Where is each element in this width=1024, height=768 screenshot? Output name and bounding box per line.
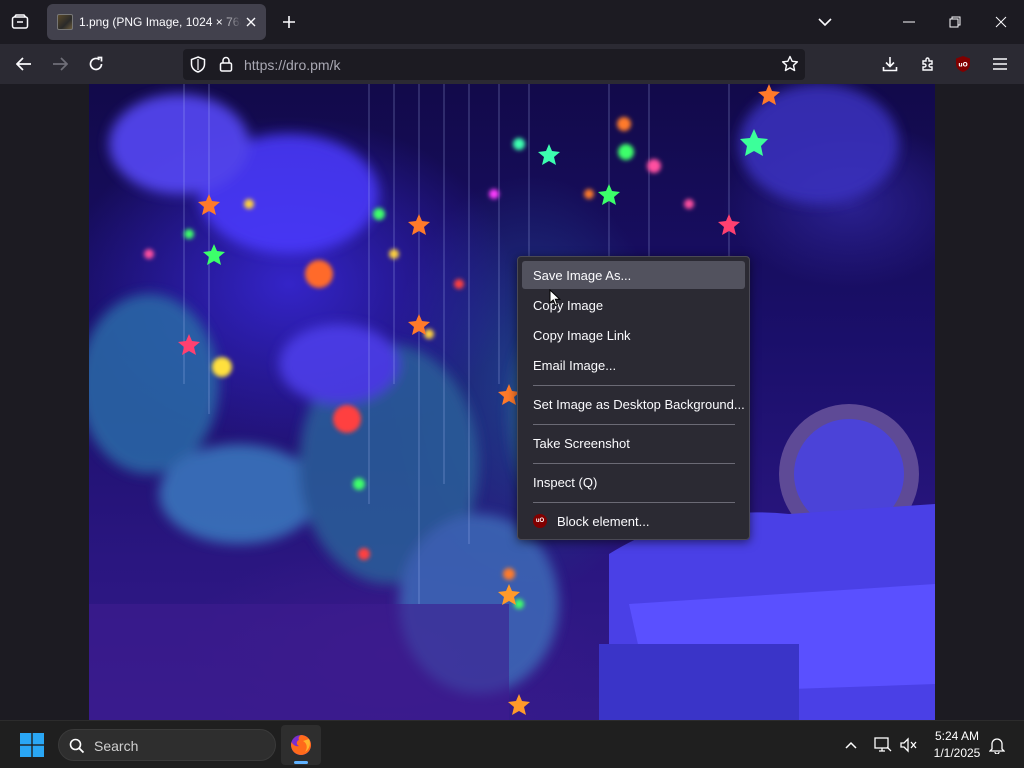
star-icon[interactable] — [781, 55, 799, 73]
puzzle-icon — [922, 57, 933, 71]
neon-room-photo — [89, 84, 935, 720]
volume-muted-icon — [900, 737, 917, 753]
menu-separator — [533, 385, 735, 386]
lock-icon[interactable] — [219, 56, 233, 72]
extensions-button[interactable] — [912, 48, 944, 80]
tab-overflow-button[interactable] — [810, 7, 840, 37]
menu-item-take-screenshot[interactable]: Take Screenshot — [522, 429, 745, 457]
shield-icon[interactable] — [190, 56, 206, 73]
mouse-cursor-icon — [549, 289, 561, 307]
search-placeholder: Search — [94, 738, 139, 754]
back-button[interactable] — [8, 48, 40, 80]
svg-text:uO: uO — [958, 62, 967, 69]
search-icon — [69, 738, 85, 754]
page-content — [0, 84, 1024, 720]
downloads-button[interactable] — [874, 48, 906, 80]
windows-taskbar: Search 5:24 AM 1/1/2025 — [0, 720, 1024, 768]
menu-item-set-desktop-background[interactable]: Set Image as Desktop Background... — [522, 390, 745, 418]
taskbar-search[interactable]: Search — [58, 729, 276, 761]
reload-button[interactable] — [80, 48, 112, 80]
menu-item-block-element[interactable]: uO Block element... — [522, 507, 745, 535]
clock-date: 1/1/2025 — [933, 746, 981, 760]
hamburger-menu-icon — [993, 58, 1007, 70]
menu-separator — [533, 424, 735, 425]
notifications-button[interactable] — [984, 731, 1010, 759]
forward-button[interactable] — [44, 48, 76, 80]
new-tab-button[interactable] — [274, 7, 304, 37]
arrow-right-icon — [53, 57, 68, 71]
arrow-left-icon — [16, 57, 31, 71]
reload-icon — [89, 56, 103, 71]
windows-logo-icon — [20, 733, 44, 757]
window-close-button[interactable] — [978, 0, 1024, 44]
app-menu-button[interactable] — [984, 48, 1016, 80]
url-text[interactable]: https://dro.pm/k — [244, 57, 340, 73]
network-icon — [874, 737, 892, 752]
tab-strip: 1.png (PNG Image, 1024 × 768 pixels) — [0, 0, 1024, 44]
image-favicon-icon — [57, 14, 73, 30]
chevron-down-icon — [818, 17, 832, 26]
close-icon — [995, 16, 1007, 28]
ublock-origin-icon: uO — [956, 56, 970, 72]
tab-title: 1.png (PNG Image, 1024 × 768 pixels) — [79, 15, 241, 29]
download-icon — [882, 57, 898, 72]
ublock-origin-button[interactable]: uO — [947, 48, 979, 80]
taskbar-firefox[interactable] — [281, 725, 321, 765]
menu-item-copy-image-link[interactable]: Copy Image Link — [522, 321, 745, 349]
running-indicator — [294, 761, 308, 764]
show-hidden-icons-button[interactable] — [838, 731, 864, 759]
list-all-tabs-button[interactable] — [4, 6, 36, 38]
tab-active[interactable]: 1.png (PNG Image, 1024 × 768 pixels) — [47, 4, 266, 40]
menu-item-email-image[interactable]: Email Image... — [522, 351, 745, 379]
chevron-up-icon — [845, 741, 857, 749]
url-bar[interactable]: https://dro.pm/k — [183, 49, 805, 80]
ublock-origin-icon: uO — [533, 514, 547, 528]
network-button[interactable] — [870, 731, 896, 759]
minimize-icon — [903, 21, 915, 23]
system-clock[interactable]: 5:24 AM 1/1/2025 — [922, 728, 992, 762]
displayed-image[interactable] — [89, 84, 935, 720]
minimize-button[interactable] — [886, 0, 932, 44]
tab-close-button[interactable] — [242, 13, 260, 31]
start-button[interactable] — [14, 729, 50, 761]
restore-icon — [949, 16, 961, 28]
volume-button[interactable] — [896, 731, 922, 759]
menu-separator — [533, 463, 735, 464]
tab-list-icon — [11, 14, 29, 29]
bell-icon — [989, 738, 1005, 754]
restore-button[interactable] — [932, 0, 978, 44]
plus-icon — [283, 16, 295, 28]
clock-time: 5:24 AM — [934, 729, 980, 743]
menu-item-inspect[interactable]: Inspect (Q) — [522, 468, 745, 496]
firefox-icon — [291, 734, 312, 755]
menu-separator — [533, 502, 735, 503]
close-icon — [246, 17, 256, 27]
menu-item-save-image-as[interactable]: Save Image As... — [522, 261, 745, 289]
